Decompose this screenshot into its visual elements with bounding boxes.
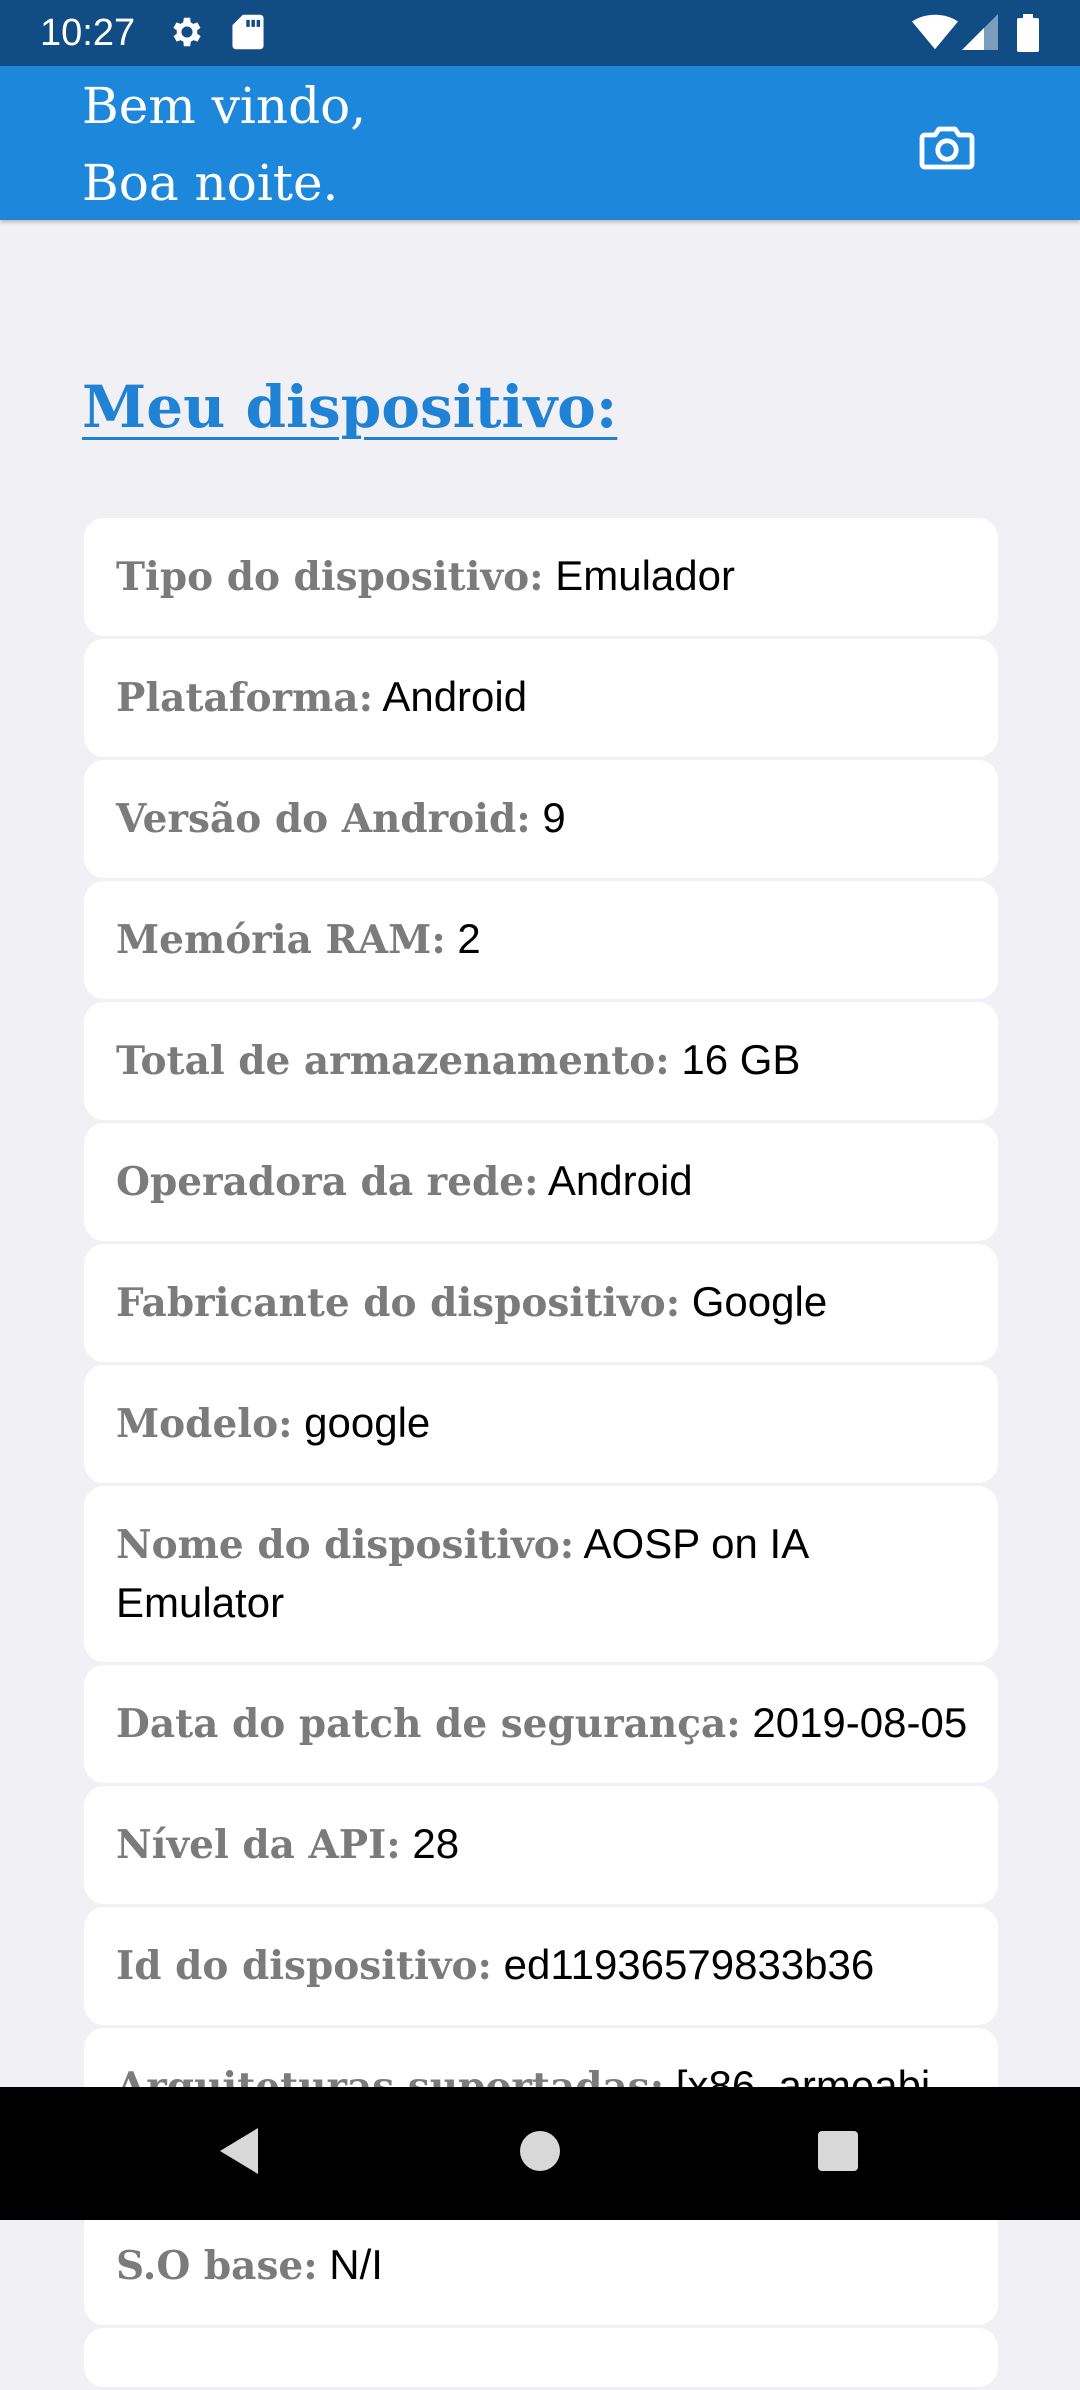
camera-button[interactable]	[910, 112, 984, 186]
info-label: Nome do dispositivo:	[116, 1522, 575, 1568]
info-label: Memória RAM:	[116, 917, 446, 963]
info-label: S.O base:	[116, 2243, 318, 2289]
info-value: N/I	[329, 2241, 383, 2288]
cell-signal-icon	[962, 14, 998, 55]
device-info-card: Nome do dispositivo: AOSP on IA Emulator	[84, 1486, 998, 1662]
sd-card-icon	[231, 13, 265, 56]
device-info-card: Total de armazenamento: 16 GB	[84, 1002, 998, 1120]
home-icon	[520, 2131, 560, 2176]
battery-icon	[1017, 14, 1039, 57]
info-value: Android	[382, 673, 528, 720]
camera-icon	[919, 123, 975, 176]
device-info-card: S.O base: N/I	[84, 2207, 998, 2325]
info-label: Operadora da rede:	[116, 1159, 539, 1205]
info-label: Tipo do dispositivo:	[116, 554, 544, 600]
settings-gear-icon	[168, 13, 206, 56]
device-info-card: Fabricante do dispositivo: Google	[84, 1244, 998, 1362]
navigation-bar	[0, 2087, 1080, 2220]
info-label: Id do dispositivo:	[116, 1943, 492, 1989]
device-info-card: Id do dispositivo: ed11936579833b36	[84, 1907, 998, 2025]
info-value: 9	[542, 794, 566, 841]
info-value: Emulador	[555, 552, 735, 599]
info-label: Plataforma:	[116, 675, 373, 721]
device-info-card: Memória RAM: 2	[84, 881, 998, 999]
back-button[interactable]	[170, 2087, 310, 2220]
wifi-icon	[912, 14, 958, 55]
app-bar: Bem vindo, Boa noite.	[0, 66, 1080, 220]
info-value: 2	[457, 915, 481, 962]
info-label: Versão do Android:	[116, 796, 531, 842]
info-label: Modelo:	[116, 1401, 293, 1447]
info-value: Android	[547, 1157, 693, 1204]
info-value: 28	[412, 1820, 460, 1867]
recents-button[interactable]	[768, 2087, 908, 2220]
device-info-card: Plataforma: Android	[84, 639, 998, 757]
info-label: Total de armazenamento:	[116, 1038, 670, 1084]
info-value: Google	[691, 1278, 828, 1325]
device-info-card: Versão do Android: 9	[84, 760, 998, 878]
device-info-card: Data do patch de segurança: 2019-08-05	[84, 1665, 998, 1783]
device-info-card: Modelo: google	[84, 1365, 998, 1483]
info-value: google	[304, 1399, 431, 1446]
recents-icon	[818, 2131, 858, 2176]
info-value: ed11936579833b36	[503, 1941, 875, 1988]
section-title[interactable]: Meu dispositivo:	[82, 372, 617, 442]
device-info-card: Nível da API: 28	[84, 1786, 998, 1904]
info-value: 2019-08-05	[752, 1699, 968, 1746]
device-info-card: Operadora da rede: Android	[84, 1123, 998, 1241]
info-label: Data do patch de segurança:	[116, 1701, 741, 1747]
home-button[interactable]	[470, 2087, 610, 2220]
device-info-card	[84, 2328, 998, 2387]
status-bar: 10:27	[0, 0, 1080, 66]
info-label: Nível da API:	[116, 1822, 401, 1868]
device-info-card: Tipo do dispositivo: Emulador	[84, 518, 998, 636]
info-value: 16 GB	[681, 1036, 801, 1083]
info-label: Fabricante do dispositivo:	[116, 1280, 681, 1326]
greeting-line-2: Boa noite.	[82, 154, 339, 212]
back-icon	[220, 2128, 260, 2179]
greeting-line-1: Bem vindo,	[82, 77, 367, 135]
status-time: 10:27	[40, 12, 136, 54]
